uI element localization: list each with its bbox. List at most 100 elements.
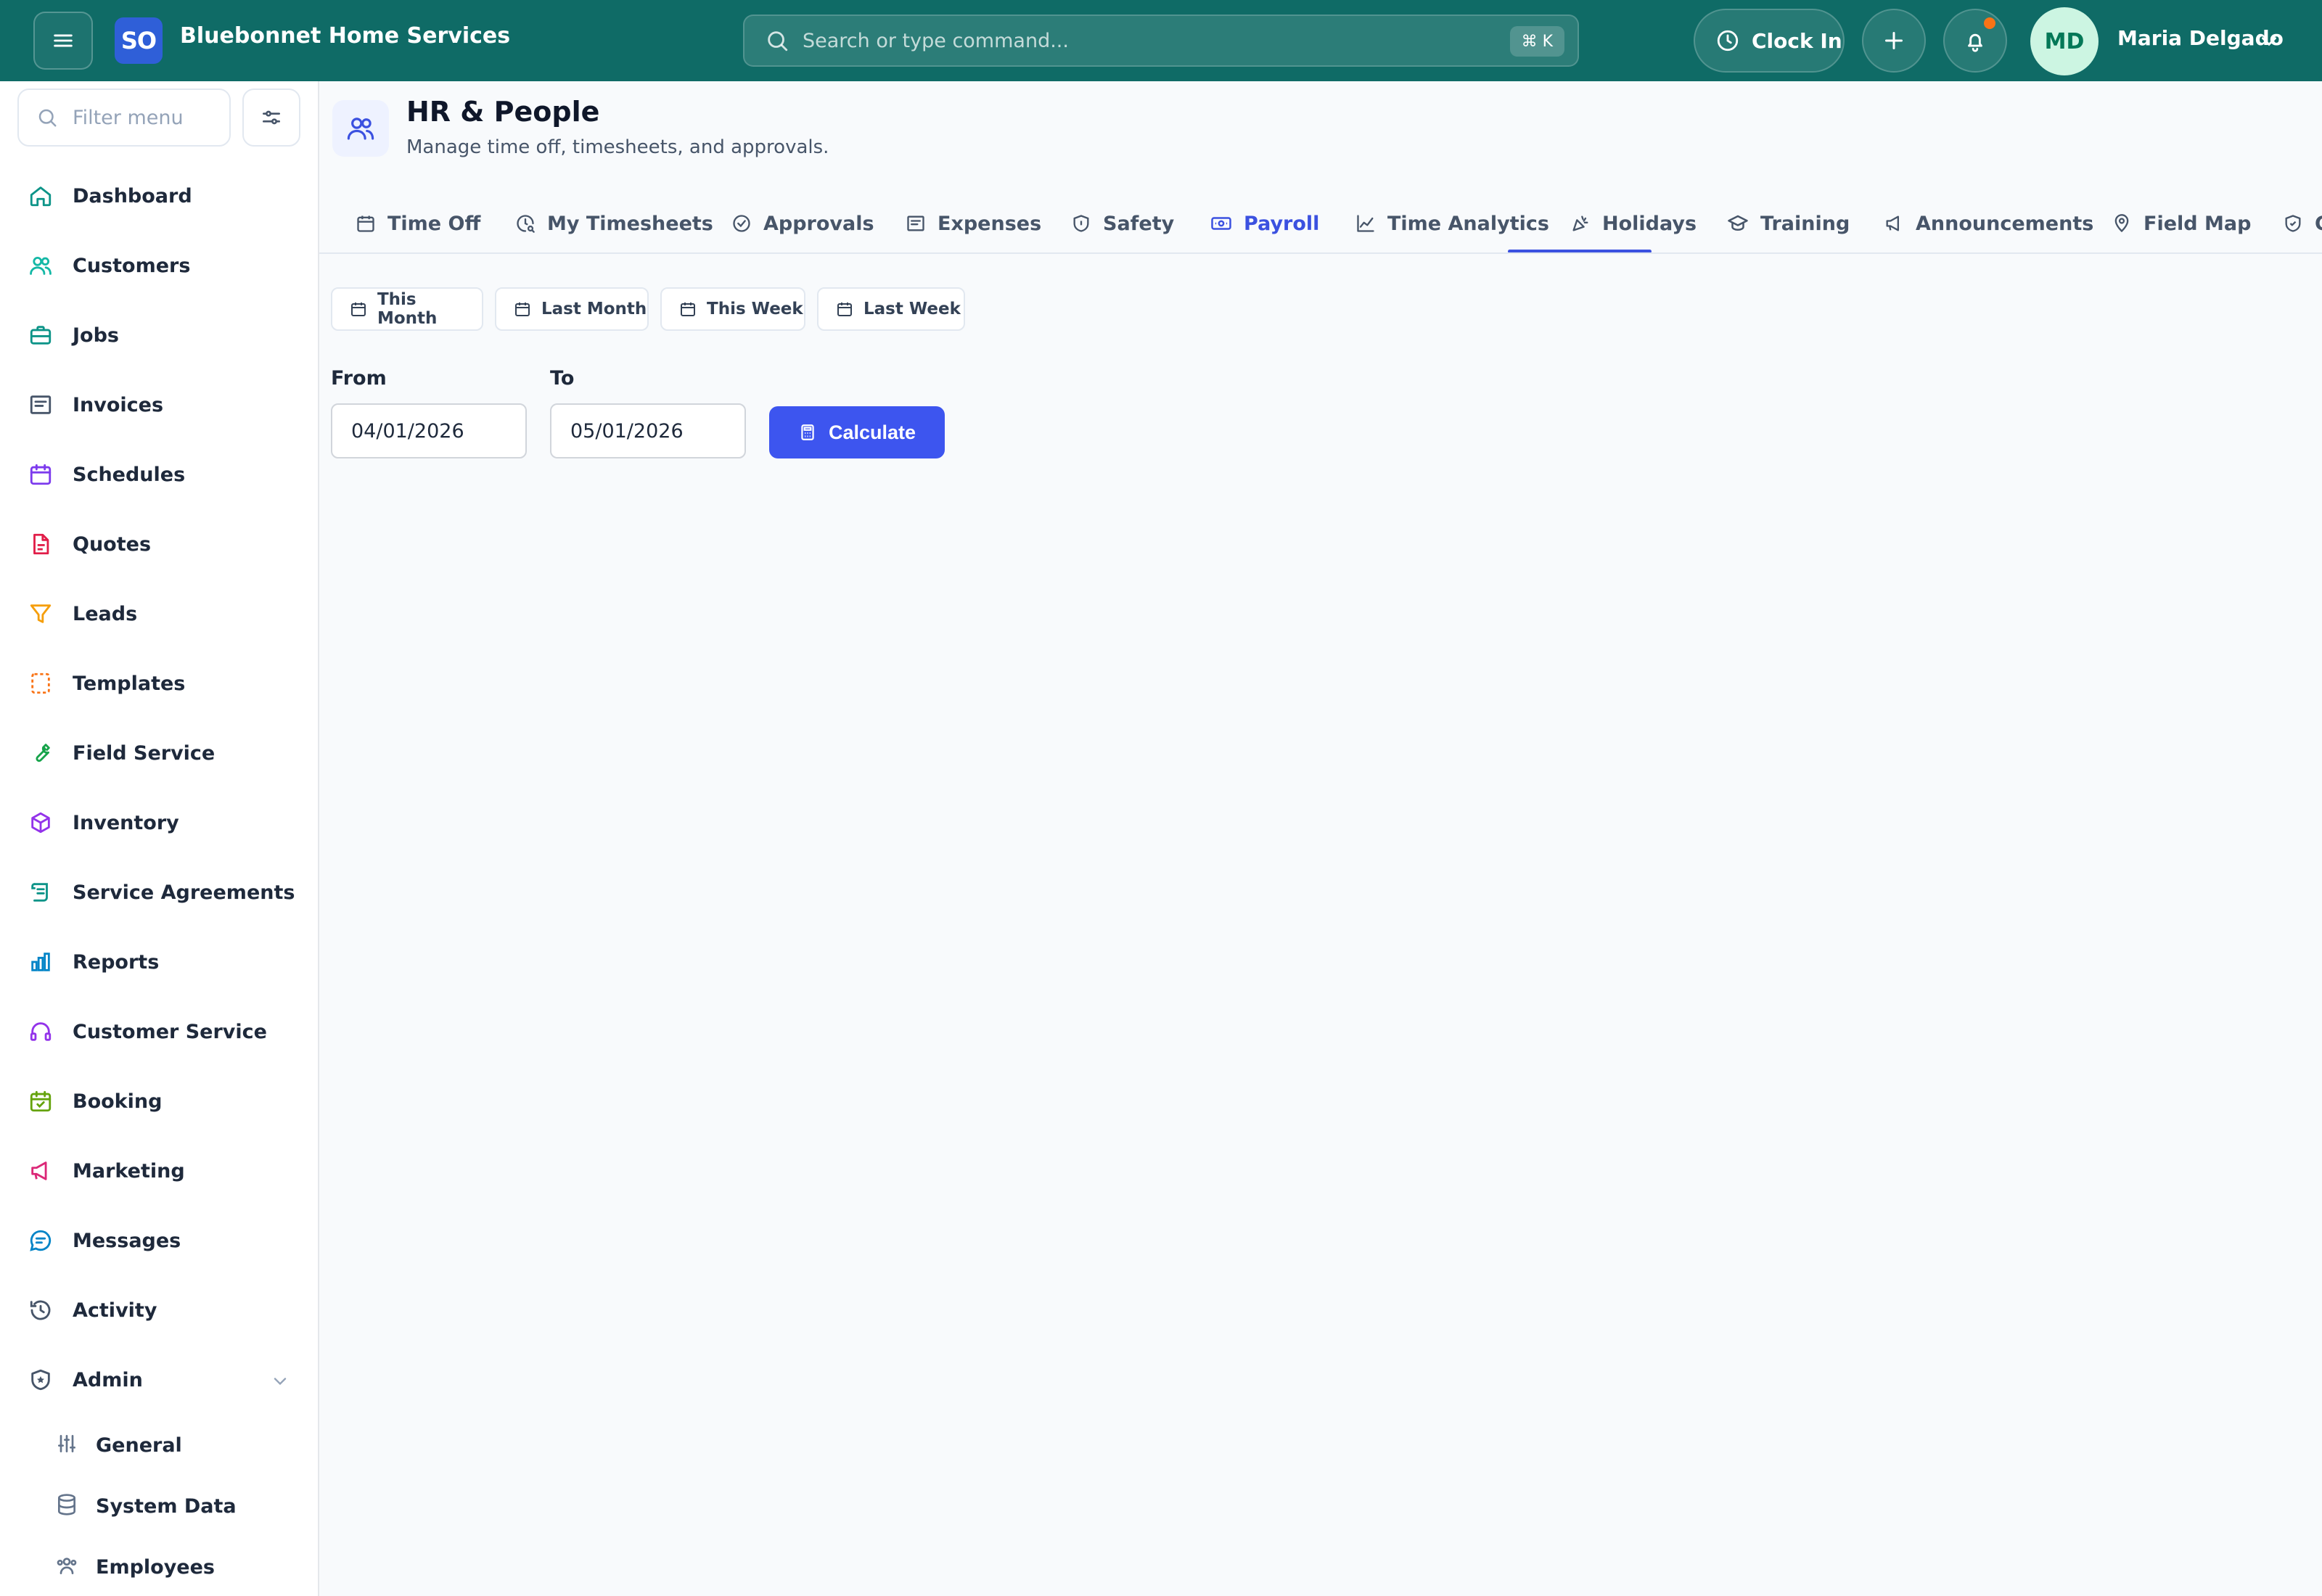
sidebar-item-label: Schedules bbox=[73, 463, 186, 486]
search-icon bbox=[38, 109, 57, 127]
preset-last-month-button[interactable]: Last Month bbox=[495, 287, 649, 331]
filter-options-button[interactable] bbox=[242, 89, 300, 147]
chevron-down-icon[interactable] bbox=[2257, 29, 2281, 54]
chat-icon bbox=[28, 1227, 54, 1254]
sidebar-subitem-employees[interactable]: Employees bbox=[0, 1545, 318, 1589]
filter-menu-input[interactable]: Filter menu bbox=[17, 89, 231, 147]
preset-label: This Month bbox=[377, 290, 438, 328]
sidebar-subitem-label: System Data bbox=[96, 1494, 237, 1518]
tab-time-analytics[interactable]: Time Analytics bbox=[1355, 193, 1549, 252]
tab-announcements[interactable]: Announcements bbox=[1884, 193, 2093, 252]
sidebar-item-service-agreements[interactable]: Service Agreements bbox=[0, 871, 318, 914]
tab-label: Holidays bbox=[1602, 212, 1697, 235]
tab-label: My Timesheets bbox=[547, 212, 713, 235]
sidebar-item-templates[interactable]: Templates bbox=[0, 662, 318, 705]
tab-label: Payroll bbox=[1244, 212, 1320, 235]
tab-time-off[interactable]: Time Off bbox=[356, 193, 480, 252]
calculate-button[interactable]: Calculate bbox=[769, 406, 945, 458]
sidebar-item-label: Activity bbox=[73, 1299, 157, 1322]
sidebar-item-field-service[interactable]: Field Service bbox=[0, 731, 318, 775]
home-icon bbox=[28, 183, 54, 209]
sidebar-item-jobs[interactable]: Jobs bbox=[0, 313, 318, 357]
sidebar-item-label: Reports bbox=[73, 950, 160, 974]
sidebar-subitem-general[interactable]: General bbox=[0, 1423, 318, 1467]
preset-this-week-button[interactable]: This Week bbox=[660, 287, 805, 331]
notifications-button[interactable] bbox=[1943, 9, 2007, 73]
sidebar-item-label: Inventory bbox=[73, 811, 179, 834]
calculator-icon bbox=[801, 424, 814, 440]
map-pin-icon bbox=[2114, 214, 2129, 233]
sidebar-item-label: Field Service bbox=[73, 741, 216, 765]
menu-toggle-button[interactable] bbox=[33, 12, 93, 70]
box-icon bbox=[28, 810, 54, 836]
sidebar-item-label: Leads bbox=[73, 602, 138, 625]
briefcase-icon bbox=[28, 322, 54, 348]
sidebar-item-label: Booking bbox=[73, 1090, 163, 1113]
tab-training[interactable]: Training bbox=[1727, 193, 1850, 252]
sidebar-item-invoices[interactable]: Invoices bbox=[0, 383, 318, 427]
user-avatar[interactable]: MD bbox=[2030, 7, 2099, 75]
command-search[interactable]: Search or type command... ⌘ K bbox=[743, 15, 1579, 67]
template-icon bbox=[28, 670, 54, 696]
sidebar-item-admin[interactable]: Admin bbox=[0, 1358, 318, 1402]
chevron-down-icon[interactable] bbox=[270, 1371, 290, 1391]
tab-my-timesheets[interactable]: My Timesheets bbox=[515, 193, 713, 252]
calendar-check-icon bbox=[28, 1088, 54, 1114]
app-logo[interactable]: SO bbox=[115, 17, 163, 64]
sidebar-item-messages[interactable]: Messages bbox=[0, 1219, 318, 1262]
page-subtitle: Manage time off, timesheets, and approva… bbox=[406, 136, 829, 158]
tab-approvals[interactable]: Approvals bbox=[731, 193, 874, 252]
graduation-cap-icon bbox=[1728, 215, 1748, 231]
sidebar-item-customer-service[interactable]: Customer Service bbox=[0, 1010, 318, 1053]
tab-truncated[interactable]: C bbox=[2283, 193, 2322, 252]
line-chart-icon bbox=[1357, 215, 1374, 232]
search-icon bbox=[768, 31, 788, 52]
sidebar-item-quotes[interactable]: Quotes bbox=[0, 522, 318, 566]
to-label: To bbox=[550, 367, 575, 390]
sidebar-item-label: Marketing bbox=[73, 1159, 185, 1182]
calendar-icon bbox=[357, 215, 374, 232]
brand-name[interactable]: Bluebonnet Home Services bbox=[180, 23, 510, 49]
sidebar-subitem-system-data[interactable]: System Data bbox=[0, 1484, 318, 1528]
clock-icon bbox=[1717, 30, 1739, 52]
sidebar-item-schedules[interactable]: Schedules bbox=[0, 453, 318, 496]
preset-label: Last Week bbox=[863, 300, 961, 318]
tab-label: Approvals bbox=[763, 212, 874, 235]
hr-tabs: Time Off My Timesheets Approvals Expense… bbox=[319, 193, 2322, 254]
clock-in-button[interactable]: Clock In bbox=[1694, 9, 1845, 73]
tab-payroll[interactable]: Payroll bbox=[1210, 193, 1320, 252]
tab-holidays[interactable]: Holidays bbox=[1570, 193, 1697, 252]
create-new-button[interactable] bbox=[1862, 9, 1926, 73]
sidebar-item-customers[interactable]: Customers bbox=[0, 244, 318, 287]
from-label: From bbox=[331, 367, 387, 390]
tab-expenses[interactable]: Expenses bbox=[906, 193, 1041, 252]
sidebar-item-inventory[interactable]: Inventory bbox=[0, 801, 318, 844]
top-bar: SO Bluebonnet Home Services Search or ty… bbox=[0, 0, 2322, 81]
tab-label: Time Analytics bbox=[1387, 212, 1549, 235]
hamburger-icon bbox=[54, 34, 73, 47]
tab-label: Field Map bbox=[2143, 212, 2252, 235]
bar-chart-icon bbox=[28, 949, 54, 975]
sidebar-subitem-label: General bbox=[96, 1433, 182, 1457]
headset-icon bbox=[28, 1019, 54, 1045]
preset-label: Last Month bbox=[541, 300, 647, 318]
sidebar-item-label: Admin bbox=[73, 1368, 143, 1391]
tab-safety[interactable]: Safety bbox=[1071, 193, 1174, 252]
people-icon bbox=[55, 1554, 78, 1580]
sidebar-item-booking[interactable]: Booking bbox=[0, 1079, 318, 1123]
tab-field-map[interactable]: Field Map bbox=[2112, 193, 2252, 252]
sidebar-item-leads[interactable]: Leads bbox=[0, 592, 318, 635]
sidebar-item-label: Customers bbox=[73, 254, 191, 277]
check-circle-icon bbox=[733, 215, 750, 232]
preset-last-week-button[interactable]: Last Week bbox=[817, 287, 965, 331]
from-date-input[interactable] bbox=[331, 403, 527, 458]
preset-this-month-button[interactable]: This Month bbox=[331, 287, 483, 331]
sidebar-item-dashboard[interactable]: Dashboard bbox=[0, 174, 318, 218]
to-date-input[interactable] bbox=[550, 403, 746, 458]
sliders-icon bbox=[263, 110, 280, 125]
file-icon bbox=[28, 531, 54, 557]
sidebar-item-reports[interactable]: Reports bbox=[0, 940, 318, 984]
megaphone-icon bbox=[1886, 215, 1899, 231]
sidebar-item-marketing[interactable]: Marketing bbox=[0, 1149, 318, 1193]
sidebar-item-activity[interactable]: Activity bbox=[0, 1288, 318, 1332]
